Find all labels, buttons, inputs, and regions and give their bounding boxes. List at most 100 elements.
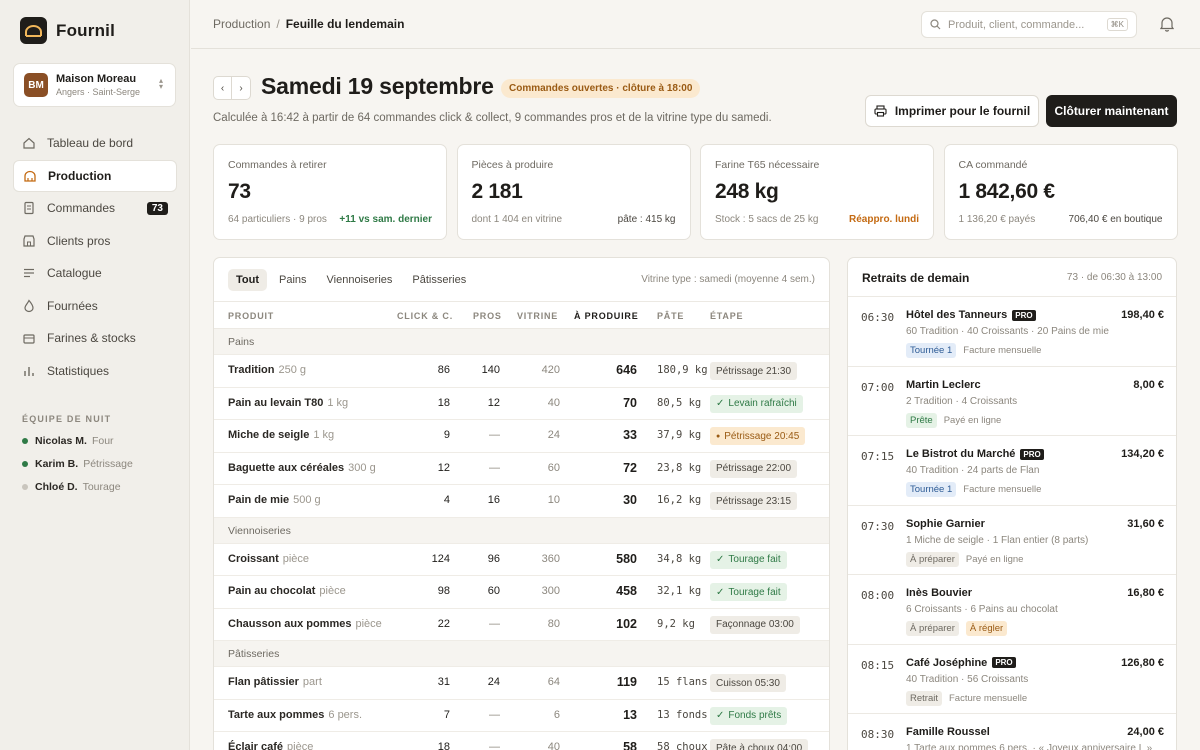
tab-viennoiseries[interactable]: Viennoiseries (319, 269, 401, 291)
table-row[interactable]: Éclair café pièce 18 — 40 58 58 choux Pâte à ch… (214, 732, 829, 750)
kpi-footer-left: 64 particuliers · 9 pros (228, 214, 327, 225)
pickup-note: Facture mensuelle (963, 345, 1042, 356)
total-count: 102 (616, 616, 637, 631)
vitrine-count: 60 (547, 461, 560, 474)
pickup-amount: 8,00 € (1133, 378, 1164, 391)
product-name: Croissant pièce (228, 552, 310, 565)
table-row[interactable]: Chausson aux pommes pièce 22 — 80 102 9,2 kg Fa… (214, 609, 829, 641)
column-header[interactable]: ÉTAPE (710, 311, 743, 321)
pickup-item[interactable]: 07:15 Le Bistrot du Marché PRO 134,20 € 40 T… (848, 436, 1176, 506)
sidebar-item-commandes[interactable]: Commandes 73 (13, 192, 177, 224)
pickup-item[interactable]: 06:30 Hôtel des Tanneurs PRO 198,40 € 60 Tra… (848, 297, 1176, 367)
sidebar-item-label: Commandes (47, 201, 116, 215)
count-badge: 73 (146, 201, 168, 215)
payment-tag: À régler (965, 621, 1008, 636)
table-row[interactable]: Pain au levain T80 1 kg 18 12 40 70 80,5 kg ✓ Le… (214, 388, 829, 420)
app-logo[interactable]: Fournil (20, 17, 115, 44)
status-tag: Prête (906, 412, 937, 428)
product-name: Chausson aux pommes pièce (228, 617, 382, 630)
click-collect-count: 86 (437, 364, 450, 376)
prev-day-button[interactable]: ‹ (213, 76, 232, 100)
next-day-button[interactable]: › (232, 76, 251, 100)
pickup-item[interactable]: 08:00 Inès Bouvier 16,80 € 6 Croissants · 6… (848, 575, 1176, 645)
pickup-item[interactable]: 07:30 Sophie Garnier 31,60 € 1 Miche de sei… (848, 506, 1176, 575)
breadcrumb-parent[interactable]: Production (213, 17, 270, 31)
pickup-items: 2 Tradition · 4 Croissants (906, 395, 1018, 407)
vitrine-count: 420 (541, 364, 560, 376)
sidebar-item-fournées[interactable]: Fournées (13, 290, 177, 322)
bakery-icon (23, 169, 37, 183)
shop-switcher[interactable]: BM Maison Moreau Angers · Saint-Serge ▴ ▾ (13, 63, 176, 107)
column-header[interactable]: PRODUIT (228, 311, 274, 321)
sidebar-item-clients-pros[interactable]: Clients pros (13, 225, 177, 257)
table-row[interactable]: Baguette aux céréales 300 g 12 — 60 72 23,8 kg… (214, 453, 829, 485)
team-member[interactable]: Chloé D. Tourage (22, 481, 121, 493)
product-unit: 1 kg (313, 429, 335, 441)
vitrine-count: 80 (547, 617, 560, 630)
sidebar-item-farines-stocks[interactable]: Farines & stocks (13, 322, 177, 354)
column-header[interactable]: CLICK & C. (397, 311, 453, 321)
table-group-row: Pâtisseries (214, 641, 829, 667)
kpi-footer: Stock : 5 sacs de 25 kg Réappro. lundi (715, 214, 919, 225)
column-header[interactable]: PROS (473, 311, 502, 321)
close-orders-button[interactable]: Clôturer maintenant (1046, 95, 1177, 127)
kpi-footer-left: 1 136,20 € payés (958, 214, 1036, 225)
sidebar-item-production[interactable]: Production (13, 159, 177, 192)
status-tag: À préparer (906, 551, 959, 567)
stage-label: Tourage fait (728, 554, 781, 565)
pickup-items: 60 Tradition · 40 Croissants · 20 Pains … (906, 326, 1109, 337)
total-count: 458 (616, 584, 637, 598)
click-collect-count: 98 (437, 585, 450, 597)
print-button[interactable]: Imprimer pour le fournil (865, 95, 1039, 127)
table-row[interactable]: Tarte aux pommes 6 pers. 7—6 13 13 fonds ✓ Fon… (214, 700, 829, 732)
search-shortcut: ⌘K (1106, 18, 1128, 31)
product-name: Éclair café pièce (228, 741, 313, 750)
status-tag: À préparer (906, 621, 959, 636)
pickup-tags: Tournée 1 Facture mensuelle (906, 482, 1041, 497)
pickup-item[interactable]: 07:00 Martin Leclerc 8,00 € 2 Tradition · 4… (848, 367, 1176, 436)
storefront-icon (22, 234, 36, 248)
stage-badge: ✓ Tourage fait (710, 583, 787, 601)
team-member[interactable]: Karim B. Pétrissage (22, 458, 133, 470)
kpi-footer: dont 1 404 en vitrine pâte : 415 kg (472, 214, 676, 225)
chevron-updown-icon: ▴ ▾ (158, 76, 163, 91)
production-table-card: Tout Pains Viennoiseries Pâtisseries Vitrin… (213, 257, 830, 750)
sidebar-item-catalogue[interactable]: Catalogue (13, 257, 177, 289)
kpi-label: Pièces à produire (471, 159, 554, 171)
total-count: 119 (616, 675, 637, 689)
tab-pains[interactable]: Pains (271, 269, 315, 291)
sidebar-item-statistiques[interactable]: Statistiques (13, 355, 177, 387)
product-unit: pièce (282, 552, 310, 565)
pickup-item[interactable]: 08:15 Café Joséphine PRO 126,80 € 40 Traditi… (848, 645, 1176, 714)
product-unit: pièce (319, 585, 346, 597)
check-icon: ✓ (716, 586, 725, 598)
team-member-role: Tourage (82, 481, 121, 493)
pickup-time: 08:30 (861, 728, 895, 741)
column-header[interactable]: PÂTE (657, 311, 684, 321)
pickup-item[interactable]: 08:30 Famille Roussel 24,00 € 1 Tarte aux p… (848, 714, 1176, 750)
table-row[interactable]: Pain de mie 500 g 4 16 10 30 16,2 kg Pétrissage… (214, 485, 829, 518)
group-label: Pains (228, 336, 255, 348)
dough-amount: 32,1 kg (657, 585, 702, 597)
tab-pâtisseries[interactable]: Pâtisseries (404, 269, 474, 291)
dough-amount: 37,9 kg (657, 429, 702, 441)
pros-count: 12 (487, 396, 500, 409)
column-header[interactable]: VITRINE (517, 311, 558, 321)
pros-count: 16 (487, 494, 500, 506)
table-row[interactable]: Croissant pièce 124 96 360 580 34,8 kg ✓ Tourage… (214, 544, 829, 576)
search-input[interactable]: Produit, client, commande... ⌘K (921, 11, 1137, 38)
table-row[interactable]: Miche de seigle 1 kg 9 — 24 33 37,9 kg ● Pétriss… (214, 420, 829, 453)
kpi-footer-right: pâte : 415 kg (617, 214, 676, 225)
customer-name: Martin Leclerc (906, 378, 981, 391)
team-member[interactable]: Nicolas M. Four (22, 435, 114, 447)
table-row[interactable]: Tradition 250 g 86 140 420 646 180,9 kg Pétriss… (214, 355, 829, 388)
sidebar-item-tableau-de-bord[interactable]: Tableau de bord (13, 127, 177, 159)
table-row[interactable]: Pain au chocolat pièce 98 60 300 458 32,1 kg ✓ T… (214, 576, 829, 609)
table-row[interactable]: Flan pâtissier part 31 24 64 119 15 flans Cuiss… (214, 667, 829, 700)
bell-icon[interactable] (1159, 16, 1175, 35)
product-name: Pain au levain T80 1 kg (228, 396, 349, 409)
column-header[interactable]: À PRODUIRE (574, 311, 639, 321)
tab-tout[interactable]: Tout (228, 269, 268, 291)
search-icon (930, 19, 941, 30)
customer-name: Sophie Garnier (906, 517, 985, 530)
